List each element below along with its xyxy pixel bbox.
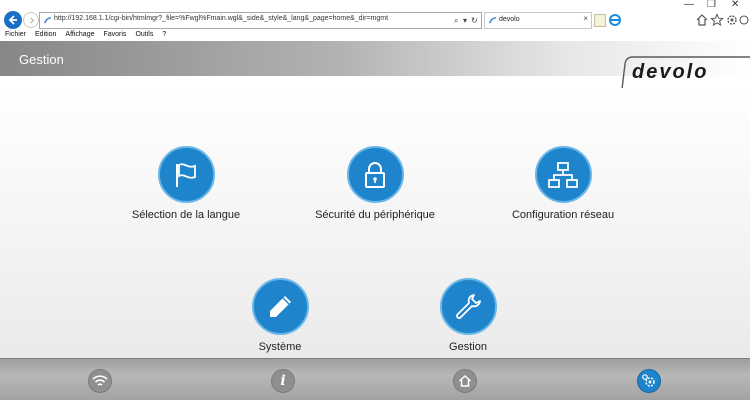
tile-system[interactable]: Système bbox=[240, 278, 320, 353]
tile-network[interactable]: Configuration réseau bbox=[500, 146, 626, 221]
home-icon bbox=[458, 374, 472, 387]
menu-favorites[interactable]: Favoris bbox=[103, 29, 126, 41]
close-window-icon[interactable]: ✕ bbox=[731, 0, 739, 10]
menu-view[interactable]: Affichage bbox=[65, 29, 94, 41]
bottom-nav-bar: i bbox=[0, 358, 750, 400]
new-tab-button[interactable] bbox=[594, 14, 606, 27]
wrench-icon bbox=[456, 293, 481, 319]
dropdown-icon[interactable]: ▾ bbox=[463, 15, 467, 27]
bottom-nav-wifi[interactable] bbox=[88, 369, 112, 393]
pencil-icon bbox=[270, 295, 291, 317]
restore-icon[interactable]: ❐ bbox=[707, 0, 716, 10]
tile-security[interactable]: Sécurité du périphérique bbox=[306, 146, 444, 221]
tab-title: devolo bbox=[499, 16, 520, 23]
wifi-icon bbox=[92, 375, 108, 386]
bottom-nav-home[interactable] bbox=[453, 369, 477, 393]
menu-tools[interactable]: Outils bbox=[135, 29, 153, 41]
address-bar[interactable]: http://192.168.1.1/cgi-bin/htmlmgr?_file… bbox=[39, 12, 482, 29]
minimize-icon[interactable]: — bbox=[684, 0, 694, 10]
browser-tab[interactable]: devolo × bbox=[484, 12, 592, 29]
tile-network-button[interactable] bbox=[534, 146, 592, 203]
tile-security-label: Sécurité du périphérique bbox=[315, 209, 435, 221]
tile-management[interactable]: Gestion bbox=[428, 278, 508, 353]
menu-help[interactable]: ? bbox=[162, 29, 166, 41]
page-icon bbox=[44, 17, 52, 24]
tile-language-button[interactable] bbox=[157, 146, 215, 203]
arrow-left-icon bbox=[8, 15, 17, 25]
lock-icon bbox=[365, 161, 385, 188]
menu-bar: Fichier Edition Affichage Favoris Outils… bbox=[0, 29, 750, 41]
tile-system-label: Système bbox=[258, 341, 302, 353]
settings-icon bbox=[642, 374, 655, 387]
star-icon[interactable] bbox=[710, 13, 724, 27]
search-icon[interactable]: ⌕ bbox=[454, 15, 458, 27]
tile-security-button[interactable] bbox=[346, 146, 404, 203]
forward-button[interactable] bbox=[23, 12, 39, 28]
bottom-nav-info[interactable]: i bbox=[271, 369, 295, 393]
tile-language[interactable]: Sélection de la langue bbox=[118, 146, 254, 221]
arrow-right-icon bbox=[29, 16, 34, 24]
tab-favicon-icon bbox=[489, 17, 497, 24]
tile-language-label: Sélection de la langue bbox=[131, 209, 241, 221]
home-icon[interactable] bbox=[695, 13, 709, 27]
main-content: Sélection de la langue Sécurité du périp… bbox=[0, 88, 750, 358]
page-title: Gestion bbox=[19, 52, 64, 67]
address-text: http://192.168.1.1/cgi-bin/htmlmgr?_file… bbox=[54, 15, 389, 22]
bottom-nav-settings[interactable] bbox=[637, 369, 661, 393]
network-icon bbox=[548, 161, 578, 188]
info-icon: i bbox=[280, 373, 286, 389]
smiley-icon[interactable] bbox=[739, 13, 749, 27]
menu-file[interactable]: Fichier bbox=[5, 29, 26, 41]
close-tab-icon[interactable]: × bbox=[583, 14, 588, 23]
flag-icon bbox=[176, 162, 196, 187]
tile-management-button[interactable] bbox=[439, 278, 497, 335]
browser-chrome: http://192.168.1.1/cgi-bin/htmlmgr?_file… bbox=[0, 0, 750, 41]
tile-network-label: Configuration réseau bbox=[511, 209, 615, 221]
back-button[interactable] bbox=[4, 11, 22, 29]
menu-edit[interactable]: Edition bbox=[35, 29, 56, 41]
tile-management-label: Gestion bbox=[449, 341, 487, 353]
tile-system-button[interactable] bbox=[251, 278, 309, 335]
refresh-icon[interactable]: ↻ bbox=[471, 15, 478, 27]
gear-icon[interactable] bbox=[725, 13, 739, 27]
ie-logo-icon[interactable] bbox=[608, 13, 622, 27]
brand-name: devolo bbox=[632, 61, 709, 83]
